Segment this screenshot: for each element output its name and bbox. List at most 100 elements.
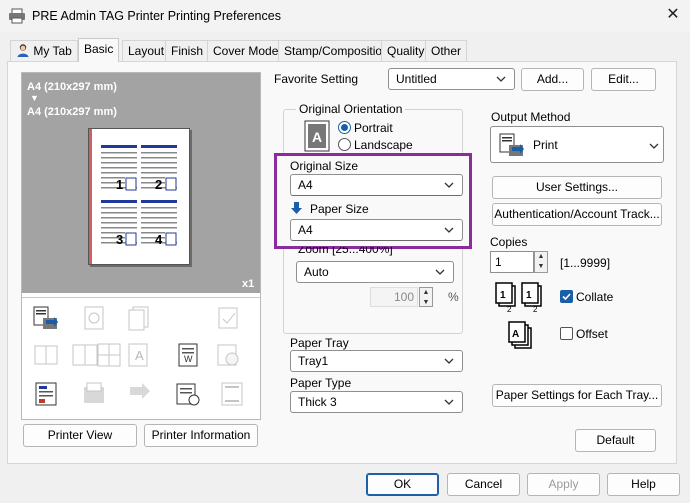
- tab-my-tab[interactable]: My Tab: [10, 40, 78, 61]
- offset-icon: A: [508, 321, 532, 349]
- tab-label: Quality: [387, 44, 425, 58]
- down-arrow-icon[interactable]: ▼: [420, 298, 432, 308]
- layout-2-icon[interactable]: [72, 342, 98, 368]
- offset-checkbox[interactable]: [560, 327, 573, 340]
- down-arrow-icon: ▼: [30, 93, 39, 103]
- original-size-text: A4 (210x297 mm): [27, 81, 117, 93]
- portrait-label: Portrait: [354, 121, 393, 135]
- paper-settings-each-tray-button[interactable]: Paper Settings for Each Tray...: [492, 384, 662, 407]
- svg-text:1: 1: [500, 290, 506, 301]
- zoom-unit: %: [448, 290, 459, 304]
- booklet-icon[interactable]: [33, 342, 59, 368]
- multi-page-icon[interactable]: [127, 305, 153, 331]
- watermark-icon[interactable]: W: [175, 342, 201, 368]
- header-footer-icon[interactable]: [219, 381, 245, 407]
- default-button[interactable]: Default: [575, 429, 656, 452]
- svg-text:1: 1: [526, 290, 532, 301]
- zoom-label: Zoom [25...400%]: [298, 247, 393, 256]
- copies-input[interactable]: 1: [490, 251, 534, 273]
- down-arrow-icon[interactable]: ▼: [535, 262, 547, 272]
- printer-information-button[interactable]: Printer Information: [144, 424, 258, 447]
- print-to-printer-icon[interactable]: [33, 305, 59, 331]
- page-layout-graphic: [101, 145, 177, 246]
- help-button[interactable]: Help: [607, 473, 680, 496]
- landscape-radio[interactable]: [338, 138, 351, 151]
- favorite-setting-value: Untitled: [396, 72, 437, 86]
- layout-4-icon[interactable]: [96, 342, 122, 368]
- paper-size-text: A4 (210x297 mm): [27, 106, 117, 118]
- paper-tray-label: Paper Tray: [290, 336, 349, 350]
- user-settings-button[interactable]: User Settings...: [492, 176, 662, 199]
- stamp-icon[interactable]: [215, 342, 241, 368]
- printer-view-button[interactable]: Printer View: [23, 424, 137, 447]
- tab-label: Finish: [171, 44, 204, 58]
- paper-tray-value: Tray1: [298, 354, 329, 368]
- copies-range: [1...9999]: [560, 256, 611, 270]
- svg-text:A: A: [135, 348, 144, 363]
- apply-button[interactable]: Apply: [527, 473, 600, 496]
- ok-button[interactable]: OK: [366, 473, 439, 496]
- page-number: 2: [155, 177, 163, 192]
- tab-label: Cover Mode: [213, 44, 279, 58]
- tab-label: Basic: [84, 42, 114, 56]
- offset-label: Offset: [576, 327, 608, 341]
- highlight-box: [274, 153, 472, 249]
- edit-favorite-button[interactable]: Edit...: [591, 68, 656, 91]
- collate-label: Collate: [576, 290, 614, 304]
- zoom-value: Auto: [304, 265, 329, 279]
- tab-basic[interactable]: Basic: [78, 38, 120, 62]
- tab-quality[interactable]: Quality: [381, 40, 431, 61]
- portrait-radio[interactable]: [338, 121, 351, 134]
- chevron-down-icon: [444, 358, 454, 364]
- paper-tray-select[interactable]: Tray1: [290, 350, 463, 372]
- chevron-down-icon: [435, 269, 445, 275]
- page-edit-icon[interactable]: [215, 305, 241, 331]
- favorite-setting-label: Favorite Setting: [274, 72, 359, 86]
- favorite-setting-select[interactable]: Untitled: [388, 68, 515, 90]
- page-number: 4: [155, 232, 163, 247]
- tab-layout[interactable]: Layout: [122, 40, 171, 61]
- zoom-select[interactable]: Auto: [296, 261, 454, 283]
- poster-mode-icon[interactable]: [81, 305, 107, 331]
- svg-text:2: 2: [507, 305, 512, 314]
- svg-text:A: A: [312, 129, 322, 145]
- up-arrow-icon[interactable]: ▲: [535, 252, 547, 262]
- original-orientation-label: Original Orientation: [296, 102, 406, 116]
- user-icon: [16, 43, 30, 57]
- chevron-down-icon: [496, 76, 506, 82]
- chevron-down-icon: [444, 399, 454, 405]
- print-output-icon: [499, 133, 524, 156]
- tab-finish[interactable]: Finish: [165, 40, 210, 61]
- cover-page-icon[interactable]: [33, 381, 59, 407]
- overlay-icon[interactable]: [175, 381, 201, 407]
- chapter-icon[interactable]: [127, 381, 153, 407]
- page-number: 3: [116, 232, 124, 247]
- tab-label: Layout: [128, 44, 165, 58]
- up-arrow-icon[interactable]: ▲: [420, 288, 432, 298]
- output-method-value: Print: [533, 138, 558, 152]
- inserted-sheet-icon[interactable]: [81, 381, 107, 407]
- paper-type-label: Paper Type: [290, 376, 352, 390]
- page-number: 1: [116, 177, 124, 192]
- paper-type-select[interactable]: Thick 3: [290, 391, 463, 413]
- tab-other[interactable]: Other: [425, 40, 468, 61]
- landscape-label: Landscape: [354, 138, 413, 152]
- tab-stamp-composition[interactable]: Stamp/Composition: [278, 40, 395, 61]
- output-method-select[interactable]: Print: [490, 126, 664, 163]
- preview-paper: 1 2 3 4: [88, 128, 190, 265]
- copies-spinner[interactable]: ▲ ▼: [534, 251, 548, 273]
- close-icon[interactable]: ✕: [662, 4, 684, 26]
- portrait-page-icon: A: [304, 120, 330, 152]
- cancel-button[interactable]: Cancel: [447, 473, 520, 496]
- collate-icon: 1 1 2 2: [495, 282, 542, 314]
- add-favorite-button[interactable]: Add...: [521, 68, 584, 91]
- zoom-spinner[interactable]: ▲ ▼: [419, 287, 433, 307]
- collate-checkbox[interactable]: [560, 290, 573, 303]
- zoom-percent-input[interactable]: 100: [370, 287, 418, 307]
- text-overlay-icon[interactable]: A: [127, 342, 153, 368]
- paper-type-value: Thick 3: [298, 395, 337, 409]
- printer-icon: [9, 8, 25, 24]
- authentication-button[interactable]: Authentication/Account Track...: [492, 203, 662, 226]
- svg-text:W: W: [184, 354, 193, 364]
- tab-cover-mode[interactable]: Cover Mode: [207, 40, 285, 61]
